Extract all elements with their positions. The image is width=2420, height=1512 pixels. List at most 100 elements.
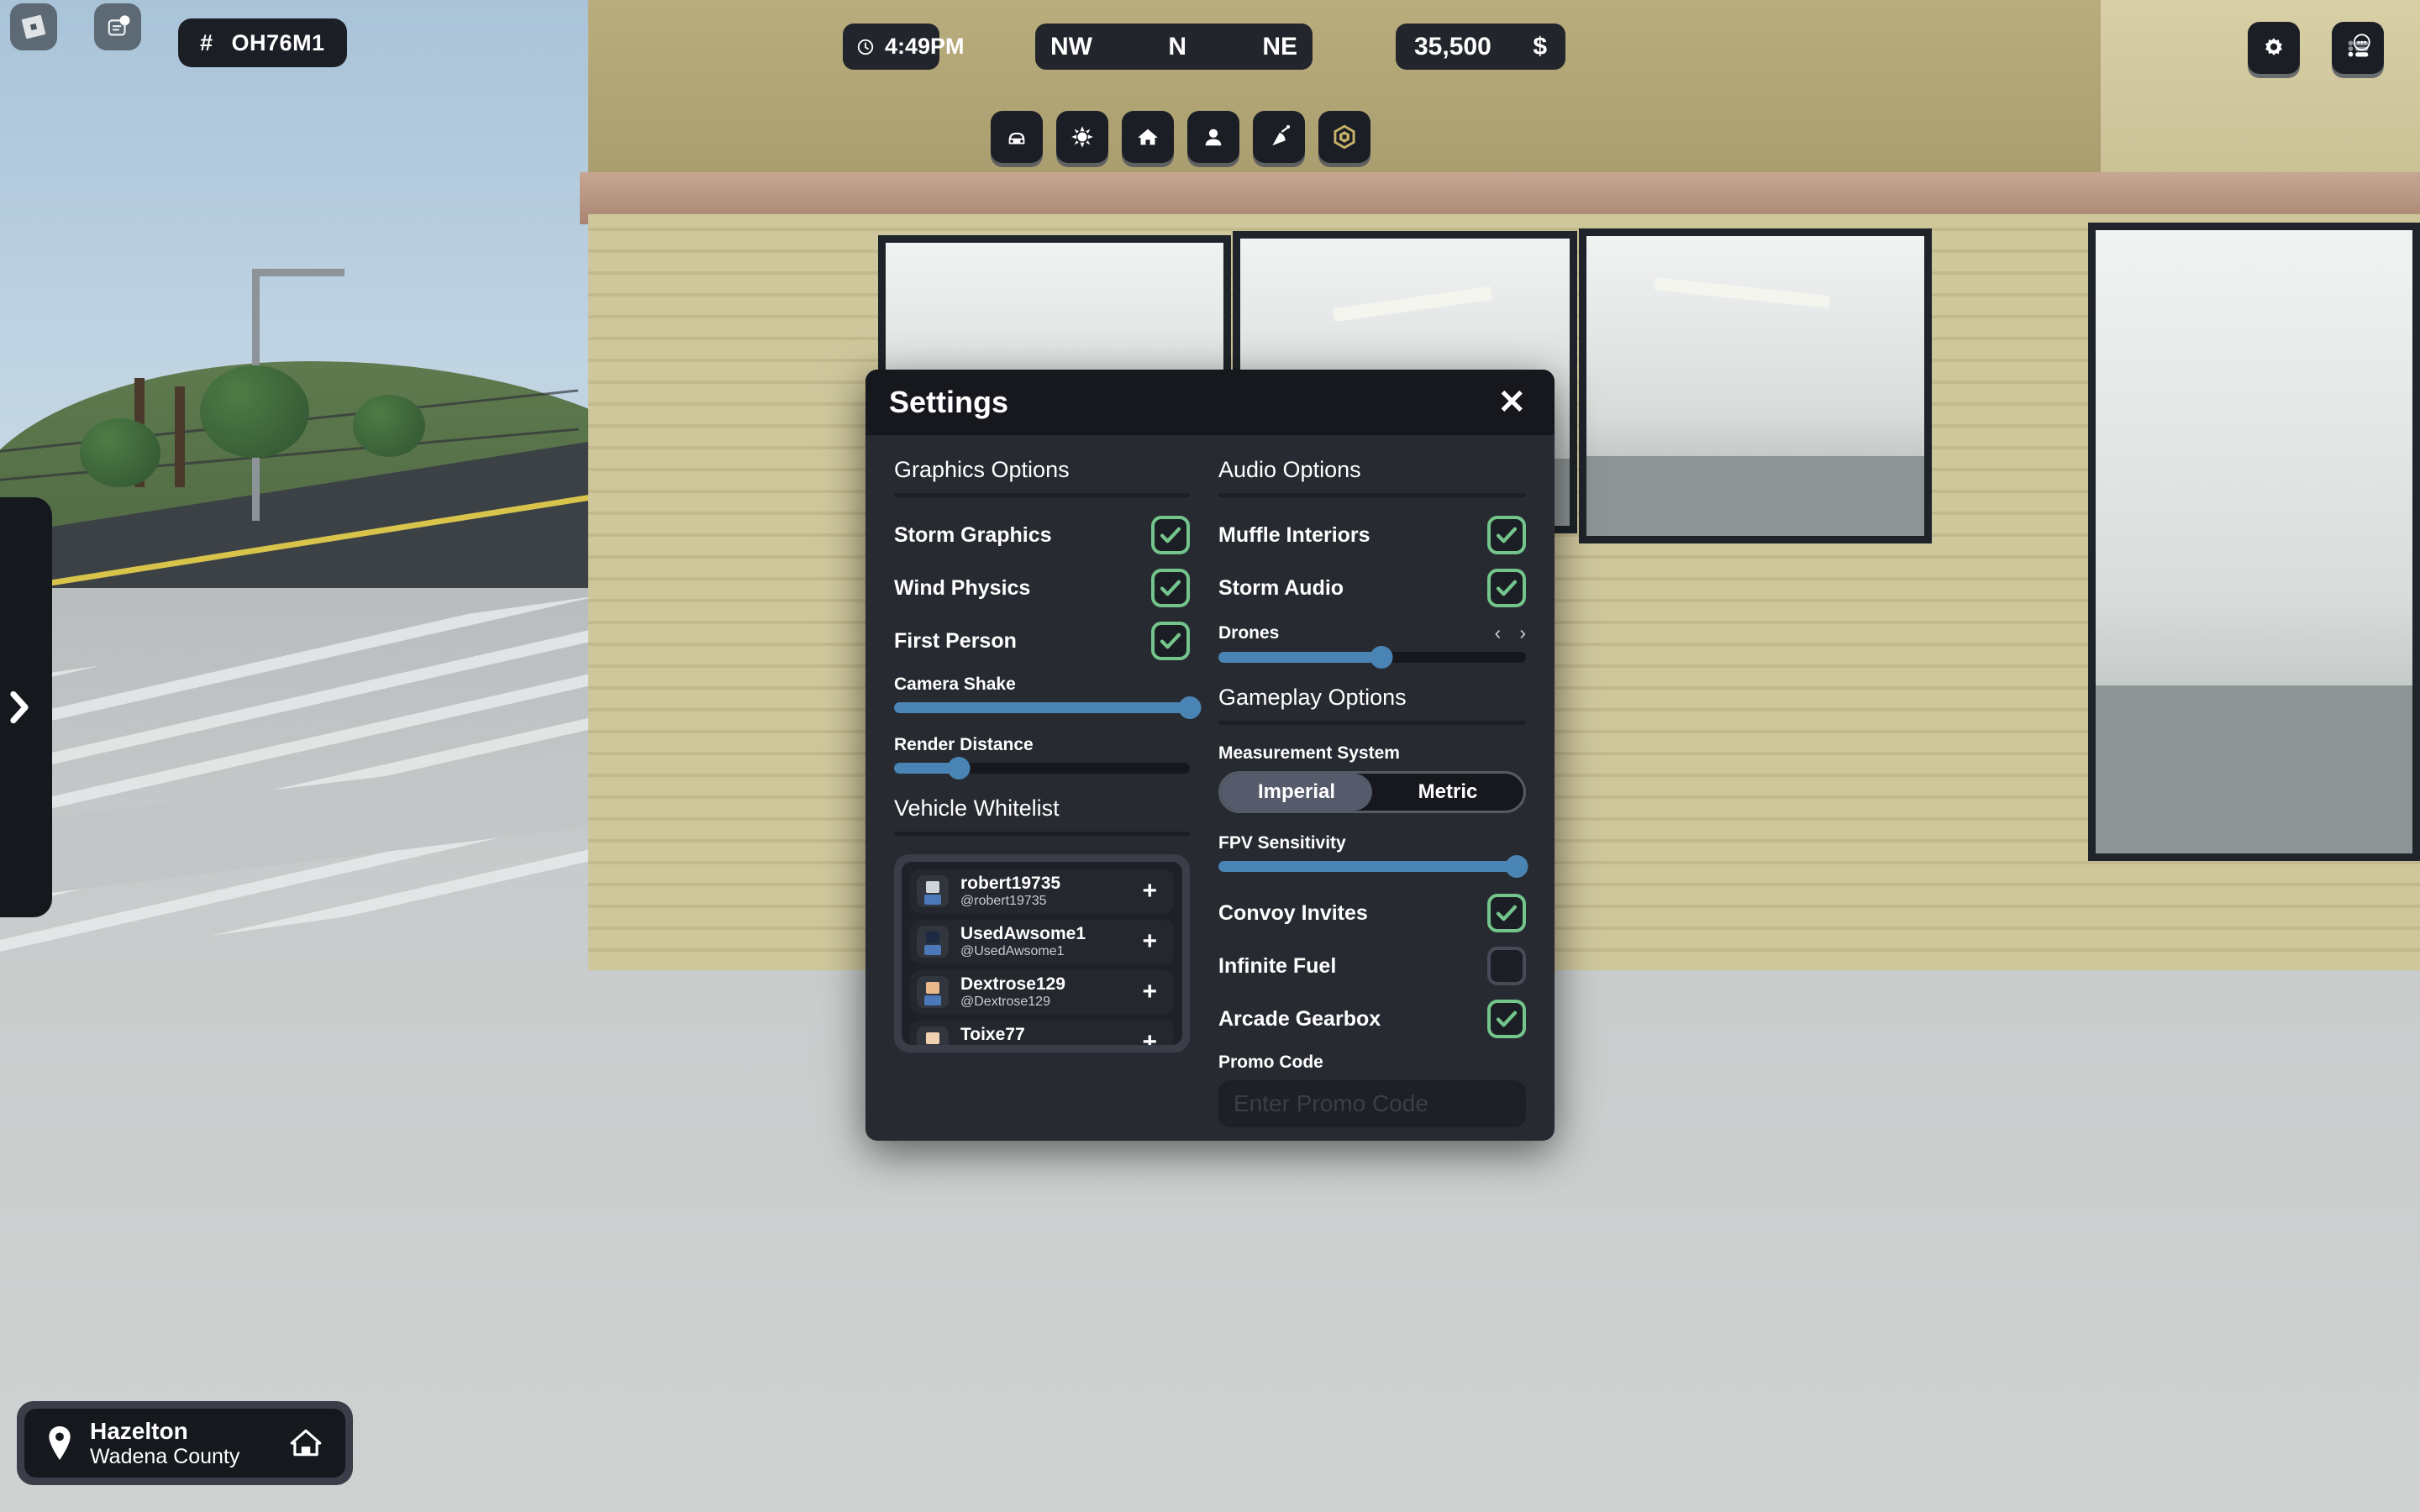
tree	[80, 418, 160, 487]
whitelist-row[interactable]: Dextrose129 @Dextrose129 +	[910, 970, 1174, 1014]
avatar	[917, 926, 949, 958]
toggle-row-convoy-invites[interactable]: Convoy Invites	[1218, 894, 1526, 932]
house-icon	[1138, 129, 1158, 145]
toggle-row-storm-graphics[interactable]: Storm Graphics	[894, 516, 1190, 554]
add-player-button[interactable]: +	[1137, 978, 1162, 1006]
toggle-label: Storm Audio	[1218, 575, 1344, 600]
toggle-row-wind-physics[interactable]: Wind Physics	[894, 569, 1190, 607]
toggle-row-arcade-gearbox[interactable]: Arcade Gearbox	[1218, 1000, 1526, 1038]
vehicle-whitelist-panel: robert19735 @robert19735 + UsedAwsome1 @Used…	[894, 854, 1190, 1053]
compass-right: NE	[1262, 32, 1297, 60]
toggle-row-infinite-fuel[interactable]: Infinite Fuel	[1218, 947, 1526, 985]
tree	[200, 365, 309, 458]
location-badge: Hazelton Wadena County	[17, 1401, 353, 1485]
weather-button[interactable]	[1056, 111, 1108, 163]
roblox-logo-icon[interactable]	[10, 3, 57, 50]
sun-icon	[1071, 126, 1093, 148]
whitelist-row[interactable]: UsedAwsome1 @UsedAwsome1 +	[910, 920, 1174, 963]
add-player-button[interactable]: +	[1137, 1028, 1162, 1045]
whitelist-player-tag: @Toixe77	[960, 1044, 1125, 1046]
hash-icon: #	[200, 29, 213, 55]
toggle-label: Infinite Fuel	[1218, 953, 1337, 978]
satellite-dish-icon	[1272, 125, 1291, 146]
arcade-gearbox-checkbox[interactable]	[1487, 1000, 1526, 1038]
divider	[1218, 721, 1526, 725]
radar-button[interactable]	[1253, 111, 1305, 163]
promo-code-input[interactable]	[1218, 1080, 1526, 1127]
graphics-column: Graphics Options Storm Graphics Wind Phy…	[865, 457, 1210, 1141]
segment-metric[interactable]: Metric	[1372, 774, 1523, 811]
storm-graphics-checkbox[interactable]	[1151, 516, 1190, 554]
check-icon	[1496, 527, 1518, 543]
chevron-right-icon	[10, 690, 29, 724]
add-player-button[interactable]: +	[1137, 927, 1162, 956]
check-icon	[1496, 1011, 1518, 1027]
fpv-sensitivity-slider[interactable]	[1218, 855, 1528, 878]
dialog-header: Settings ✕	[865, 370, 1555, 435]
render-distance-slider[interactable]	[894, 757, 1190, 780]
whitelist-player-name: robert19735	[960, 873, 1061, 893]
chat-icon[interactable]	[94, 3, 141, 50]
location-name: Hazelton	[90, 1417, 188, 1444]
camera-shake-label: Camera Shake	[894, 675, 1016, 694]
home-button[interactable]	[1122, 111, 1174, 163]
whitelist-row[interactable]: robert19735 @robert19735 +	[910, 869, 1174, 913]
promo-code-label: Promo Code	[1218, 1053, 1323, 1072]
avatar	[917, 1026, 949, 1045]
wind-physics-checkbox[interactable]	[1151, 569, 1190, 607]
avatar	[917, 875, 949, 907]
toggle-row-storm-audio[interactable]: Storm Audio	[1218, 569, 1526, 607]
slider-knob[interactable]	[947, 757, 971, 780]
measurement-system-toggle[interactable]: Imperial Metric	[1218, 771, 1526, 813]
slider-knob[interactable]	[1178, 696, 1202, 719]
clock-icon	[856, 38, 875, 56]
page-title: Settings	[889, 385, 1009, 419]
server-code-badge[interactable]: # OH76M1	[178, 18, 347, 67]
character-button[interactable]	[1187, 111, 1239, 163]
camera-shake-slider[interactable]	[894, 696, 1202, 719]
whitelist-row[interactable]: Toixe77@Toixe77 +	[910, 1021, 1174, 1045]
check-icon	[1160, 527, 1181, 543]
settings-dialog: Settings ✕ Graphics Options Storm Graphi…	[865, 370, 1555, 1141]
player-list-button[interactable]	[2332, 22, 2384, 74]
gameplay-heading: Gameplay Options	[1218, 685, 1407, 710]
first-person-checkbox[interactable]	[1151, 622, 1190, 660]
settings-gear-button[interactable]	[2248, 22, 2300, 74]
server-code-value: OH76M1	[231, 29, 325, 55]
toggle-label: First Person	[894, 628, 1017, 653]
game-screen: # OH76M1 4:49PM NW N NE 35,500 $ Hazelto…	[0, 0, 2420, 1512]
slider-knob[interactable]	[1370, 646, 1393, 669]
muffle-interiors-checkbox[interactable]	[1487, 516, 1526, 554]
check-icon	[1160, 633, 1181, 649]
infinite-fuel-checkbox[interactable]	[1487, 947, 1526, 985]
toggle-row-muffle-interiors[interactable]: Muffle Interiors	[1218, 516, 1526, 554]
check-icon	[1496, 580, 1518, 596]
whitelist-player-tag: @robert19735	[960, 893, 1047, 908]
whitelist-player-name: Dextrose129	[960, 974, 1065, 994]
add-player-button[interactable]: +	[1137, 877, 1162, 906]
house-icon	[290, 1429, 322, 1457]
money-chip: 35,500 $	[1396, 24, 1565, 70]
check-icon	[1496, 905, 1518, 921]
whitelist-player-name: UsedAwsome1	[960, 923, 1086, 943]
slider-knob[interactable]	[1505, 855, 1528, 878]
storm-audio-checkbox[interactable]	[1487, 569, 1526, 607]
divider	[894, 832, 1190, 836]
expand-side-panel-button[interactable]	[0, 497, 52, 917]
robux-button[interactable]	[1318, 111, 1370, 163]
drones-prev-icon[interactable]: ‹	[1495, 622, 1502, 644]
whitelist-player-tag: @UsedAwsome1	[960, 943, 1065, 958]
close-icon[interactable]: ✕	[1492, 386, 1531, 419]
toggle-row-first-person[interactable]: First Person	[894, 622, 1190, 660]
convoy-invites-checkbox[interactable]	[1487, 894, 1526, 932]
fpv-sensitivity-label: FPV Sensitivity	[1218, 833, 1346, 853]
vehicle-whitelist-list[interactable]: robert19735 @robert19735 + UsedAwsome1 @Used…	[902, 862, 1182, 1045]
segment-imperial[interactable]: Imperial	[1221, 774, 1372, 811]
compass-center: N	[1168, 32, 1186, 60]
slider-fill	[894, 702, 1190, 713]
slider-fill	[1218, 652, 1381, 663]
vehicles-button[interactable]	[991, 111, 1043, 163]
drones-next-icon[interactable]: ›	[1519, 622, 1526, 644]
drones-slider[interactable]	[1218, 646, 1526, 669]
toggle-label: Wind Physics	[894, 575, 1031, 600]
